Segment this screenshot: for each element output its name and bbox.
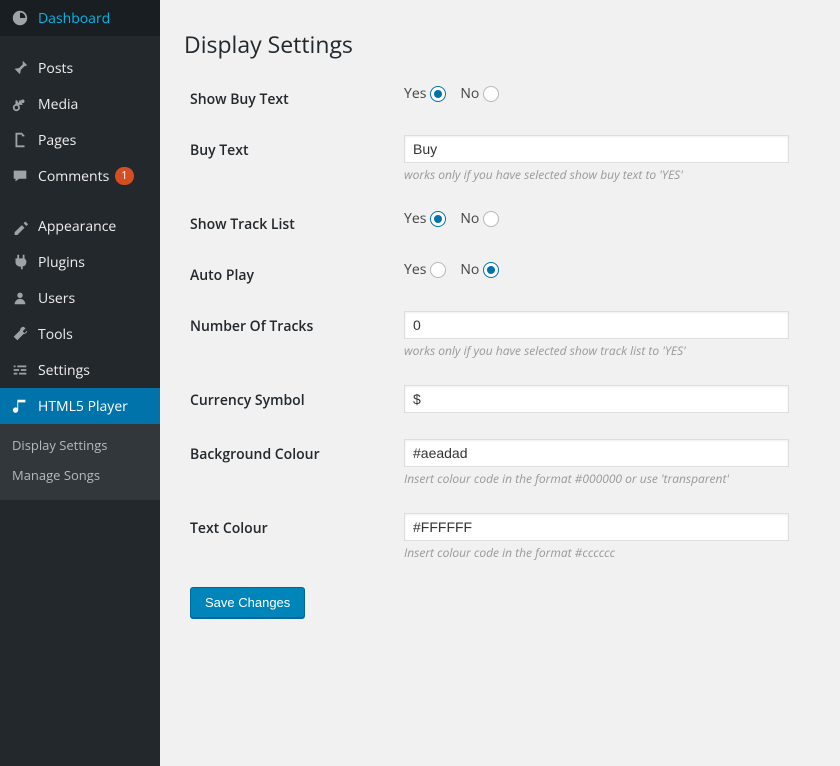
row-background-colour: Background Colour Insert colour code in … [184,439,816,487]
auto-play-no-label[interactable]: No [460,260,499,279]
users-icon [10,288,30,308]
show-track-list-no-radio[interactable] [483,211,499,227]
save-button[interactable]: Save Changes [190,587,305,618]
label-currency-symbol: Currency Symbol [184,385,404,410]
sidebar-item-appearance[interactable]: Appearance [0,208,160,244]
sidebar-item-pages[interactable]: Pages [0,122,160,158]
show-buy-text-yes-radio[interactable] [430,86,446,102]
sidebar-item-tools[interactable]: Tools [0,316,160,352]
row-buy-text: Buy Text works only if you have selected… [184,135,816,183]
submenu-item-display-settings[interactable]: Display Settings [0,430,160,460]
row-currency-symbol: Currency Symbol [184,385,816,413]
page-title: Display Settings [184,28,816,60]
admin-sidebar: Dashboard Posts Media Pages Comments 1 A… [0,0,160,766]
buy-text-help: works only if you have selected show buy… [404,166,816,183]
sidebar-item-posts[interactable]: Posts [0,50,160,86]
text-colour-help: Insert colour code in the format #cccccc [404,544,816,561]
row-text-colour: Text Colour Insert colour code in the fo… [184,513,816,561]
music-icon [10,396,30,416]
label-show-track-list: Show Track List [184,209,404,234]
main-content: Display Settings Show Buy Text Yes No Bu… [160,0,840,766]
show-track-list-no-label[interactable]: No [460,209,499,228]
dashboard-icon [10,8,30,28]
sidebar-item-label: Appearance [38,217,116,236]
label-show-buy-text: Show Buy Text [184,84,404,109]
auto-play-yes-label[interactable]: Yes [404,260,446,279]
submenu-item-manage-songs[interactable]: Manage Songs [0,460,160,490]
sidebar-item-html5-player[interactable]: HTML5 Player [0,388,160,424]
sidebar-item-dashboard[interactable]: Dashboard [0,0,160,36]
sidebar-item-label: Pages [38,131,76,150]
show-buy-text-yes-label[interactable]: Yes [404,84,446,103]
sidebar-item-label: Tools [38,325,73,344]
number-of-tracks-help: works only if you have selected show tra… [404,342,816,359]
sidebar-item-label: Comments [38,167,109,186]
label-text-colour: Text Colour [184,513,404,538]
plugins-icon [10,252,30,272]
sidebar-item-media[interactable]: Media [0,86,160,122]
sidebar-item-label: Media [38,95,78,114]
comments-icon [10,166,30,186]
show-buy-text-no-radio[interactable] [483,86,499,102]
row-auto-play: Auto Play Yes No [184,260,816,285]
comments-badge: 1 [115,167,133,184]
row-number-of-tracks: Number Of Tracks works only if you have … [184,311,816,359]
sidebar-item-plugins[interactable]: Plugins [0,244,160,280]
pages-icon [10,130,30,150]
show-track-list-yes-label[interactable]: Yes [404,209,446,228]
sidebar-item-label: HTML5 Player [38,397,128,416]
sidebar-item-label: Plugins [38,253,85,272]
label-buy-text: Buy Text [184,135,404,160]
settings-icon [10,360,30,380]
background-colour-input[interactable] [404,439,789,467]
number-of-tracks-input[interactable] [404,311,789,339]
sidebar-item-settings[interactable]: Settings [0,352,160,388]
sidebar-item-label: Dashboard [38,9,110,28]
sidebar-item-label: Settings [38,361,90,380]
sidebar-submenu: Display Settings Manage Songs [0,424,160,500]
sidebar-item-label: Users [38,289,75,308]
currency-symbol-input[interactable] [404,385,789,413]
buy-text-input[interactable] [404,135,789,163]
pin-icon [10,58,30,78]
media-icon [10,94,30,114]
row-show-buy-text: Show Buy Text Yes No [184,84,816,109]
sidebar-item-comments[interactable]: Comments 1 [0,158,160,194]
row-show-track-list: Show Track List Yes No [184,209,816,234]
background-colour-help: Insert colour code in the format #000000… [404,470,816,487]
label-number-of-tracks: Number Of Tracks [184,311,404,336]
label-background-colour: Background Colour [184,439,404,464]
auto-play-yes-radio[interactable] [430,262,446,278]
label-auto-play: Auto Play [184,260,404,285]
show-buy-text-no-label[interactable]: No [460,84,499,103]
text-colour-input[interactable] [404,513,789,541]
auto-play-no-radio[interactable] [483,262,499,278]
sidebar-item-users[interactable]: Users [0,280,160,316]
appearance-icon [10,216,30,236]
tools-icon [10,324,30,344]
sidebar-item-label: Posts [38,59,73,78]
show-track-list-yes-radio[interactable] [430,211,446,227]
